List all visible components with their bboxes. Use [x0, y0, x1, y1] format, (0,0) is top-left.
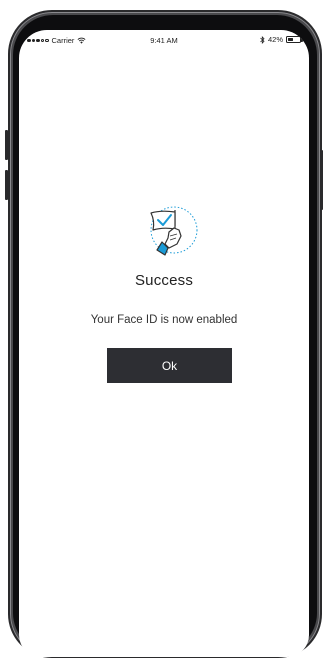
battery-percent: 42% [267, 35, 283, 44]
battery-icon [286, 36, 303, 43]
bluetooth-icon [260, 35, 265, 44]
flag-checkmark-icon [150, 206, 198, 256]
ok-button[interactable]: Ok [107, 348, 232, 383]
battery-fill [288, 38, 293, 42]
status-right: 42% [260, 35, 303, 44]
success-message: Your Face ID is now enabled [90, 314, 238, 326]
success-title: Success [134, 272, 194, 289]
volume-up-button [5, 130, 8, 160]
volume-down-button [5, 170, 8, 200]
screen: Carrier 9:41 AM 42% Success Your Face ID… [19, 30, 309, 657]
status-bar: Carrier 9:41 AM 42% [19, 30, 309, 50]
power-button [320, 150, 323, 210]
